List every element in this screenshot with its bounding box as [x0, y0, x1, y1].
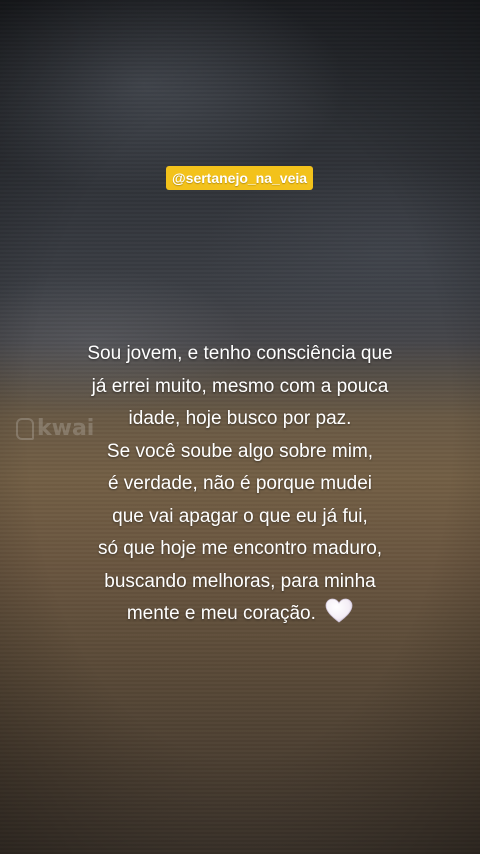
quote-line: é verdade, não é porque mudei [107, 473, 373, 494]
video-frame: kwai @sertanejo_na_veia Sou jovem, e ten… [0, 0, 480, 854]
white-heart-icon [325, 598, 353, 623]
quote-text: Sou jovem, e tenho consciência que já er… [40, 338, 440, 631]
account-handle-badge: @sertanejo_na_veia [166, 166, 314, 190]
quote-line-text: mente e meu coração. [126, 603, 316, 624]
quote-line: buscando melhoras, para minha [104, 570, 376, 592]
quote-line: Sou jovem, e tenho consciência que [87, 343, 393, 364]
quote-line: idade, hoje busco por paz. [128, 408, 352, 429]
quote-line: só que hoje me encontro maduro, [97, 538, 383, 559]
quote-last-line: mente e meu coração. [40, 598, 440, 631]
quote-line: já errei muito, mesmo com a pouca [91, 375, 389, 397]
quote-line: que vai apagar o que eu já fui, [112, 505, 368, 527]
quote-line: Se você soube algo sobre mim, [106, 440, 374, 462]
kwai-logo-icon [16, 417, 34, 440]
